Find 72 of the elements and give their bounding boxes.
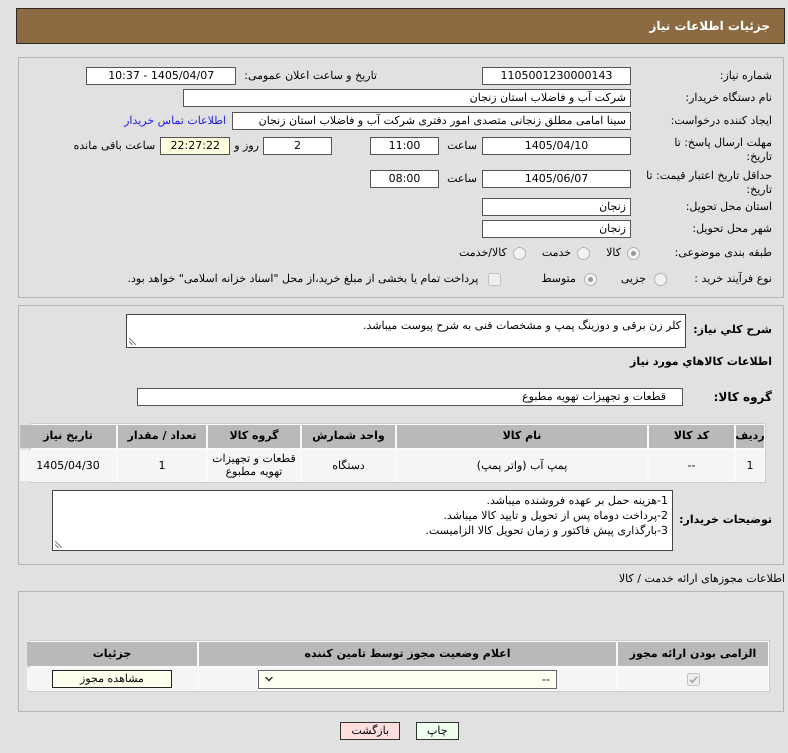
deadline-time-field[interactable]: 11:00: [370, 137, 439, 155]
license-status-select[interactable]: --: [258, 670, 557, 688]
field-label: استان محل تحویل:: [684, 198, 772, 215]
column-header: الزامی بودن ارائه مجوز: [618, 642, 768, 666]
column-header: کد کالا: [649, 424, 734, 448]
table-cell: --: [649, 450, 734, 480]
description-field[interactable]: کلر زن برقی و دوزینگ پمپ و مشخصات فنی به شرح پیوست میباشد.: [126, 314, 686, 348]
radio-button[interactable]: [512, 246, 526, 260]
column-header: گروه کالا: [208, 424, 300, 448]
goods-group-field[interactable]: قطعات و تجهیزات تهویه مطبوع: [137, 388, 683, 406]
field-label: روز و: [234, 138, 259, 154]
field-label: شرح کلي نياز:: [692, 322, 772, 338]
field-label: ایجاد کننده درخواست:: [670, 112, 772, 129]
checkbox[interactable]: [488, 272, 502, 286]
option-label: پرداخت تمام یا بخشی از مبلغ خرید،از محل "اسناد خزانه اسلامی" خواهد بود.: [128, 270, 478, 287]
buyer-notes-field[interactable]: 1-هزینه حمل بر عهده فروشنده میباشد. 2-پرداخت دوماه پس از تحویل و تایید کالا میباشد. 3-بارگذاری پیش فاکتور و زمان تحویل کالا الزامیست.: [52, 490, 673, 550]
table-cell: 1405/04/30: [20, 450, 116, 480]
province-field[interactable]: زنجان: [482, 198, 631, 216]
field-label: ساعت: [446, 138, 477, 154]
table-cell: 1: [736, 450, 764, 480]
radio-button[interactable]: [577, 246, 590, 260]
checkbox[interactable]: [686, 672, 700, 686]
option-label: خدمت: [542, 244, 572, 261]
column-header: تعداد / مقدار: [118, 424, 206, 448]
resize-grip-icon[interactable]: [55, 540, 62, 548]
view-license-button[interactable]: مشاهده مجوز: [52, 670, 172, 688]
column-header: واحد شمارش: [302, 424, 395, 448]
print-button[interactable]: چاپ: [416, 722, 459, 740]
option-label: جزیی: [620, 270, 646, 287]
option-label: کالا/خدمت: [459, 244, 507, 261]
validity-time-field[interactable]: 08:00: [370, 170, 439, 188]
page-title: جزئیات اطلاعات نیاز: [649, 18, 770, 35]
field-label: ساعت باقی مانده: [74, 138, 156, 154]
field-label: ساعت: [446, 171, 477, 187]
field-label: حداقل تاریخ اعتبار قیمت: تا تاریخ:: [645, 169, 772, 197]
remaining-time-field[interactable]: 22:27:22: [160, 137, 230, 155]
column-header: تاریخ نیاز: [20, 424, 116, 448]
days-field[interactable]: 2: [263, 137, 332, 155]
column-header: اعلام وضعیت مجوز توسط تامین کننده: [199, 642, 616, 666]
announce-datetime-field[interactable]: 1405/04/07 - 10:37: [86, 67, 236, 85]
need-number-field[interactable]: 1105001230000143: [482, 67, 631, 85]
radio-button[interactable]: [627, 246, 640, 260]
table-cell: دستگاه: [302, 450, 395, 480]
contact-info-link[interactable]: اطلاعات تماس خریدار: [124, 112, 226, 130]
section-title: اطلاعات مجوزهای ارائه خدمت / کالا: [618, 572, 785, 584]
table-cell: قطعات و تجهیزات تهویه مطبوع: [208, 450, 300, 480]
field-label: شماره نیاز:: [718, 68, 772, 84]
field-label: مهلت ارسال پاسخ: تا تاریخ:: [673, 136, 772, 164]
field-label: نام دستگاه خریدار:: [684, 90, 772, 106]
table-cell: پمپ آب (واتر پمپ): [397, 450, 647, 480]
field-label: شهر محل تحویل:: [691, 220, 772, 237]
city-field[interactable]: زنجان: [482, 220, 631, 238]
field-label: طبقه بندی موضوعی:: [674, 244, 772, 261]
field-label: نوع فرآیند خرید :: [693, 270, 772, 287]
field-label: تاریخ و ساعت اعلان عمومی:: [244, 68, 377, 84]
field-label: توضیحات خریدار:: [678, 512, 772, 528]
radio-button[interactable]: [584, 272, 597, 286]
column-header: جزئیات: [27, 642, 197, 666]
column-header: نام کالا: [397, 424, 647, 448]
option-label: کالا: [606, 244, 621, 261]
requester-field[interactable]: سینا امامی مطلق زنجانی متصدی امور دفتری شرکت آب و فاضلاب استان زنجان: [232, 112, 631, 130]
field-label: گروه کالا:: [712, 388, 772, 406]
validity-date-field[interactable]: 1405/06/07: [482, 170, 631, 188]
table-cell: 1: [118, 450, 206, 480]
buyer-org-field[interactable]: شرکت آب و فاضلاب استان زنجان: [183, 89, 631, 107]
section-title: اطلاعات کالاهاي مورد نياز: [630, 355, 772, 368]
back-button[interactable]: بازگشت: [340, 722, 400, 740]
resize-grip-icon[interactable]: [129, 338, 136, 345]
option-label: متوسط: [541, 270, 576, 287]
radio-button[interactable]: [654, 272, 667, 286]
deadline-date-field[interactable]: 1405/04/10: [482, 137, 631, 155]
column-header: ردیف: [736, 424, 764, 448]
